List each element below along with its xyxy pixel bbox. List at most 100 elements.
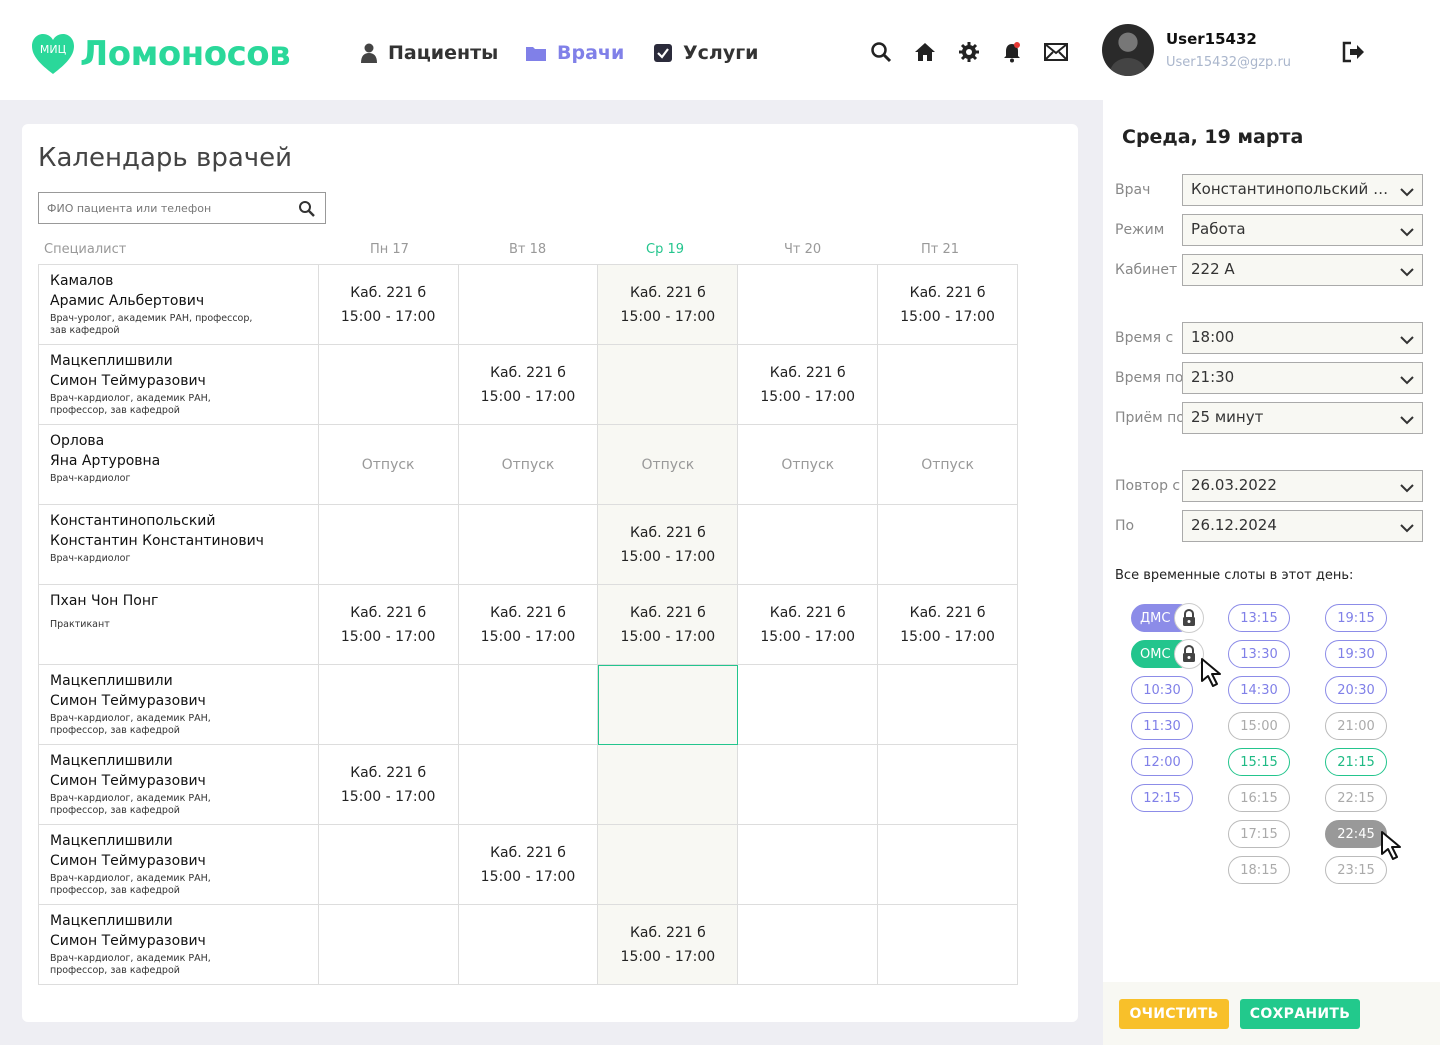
schedule-cell[interactable]: Каб. 221 б 15:00 - 17:00: [318, 265, 459, 345]
schedule-cell[interactable]: [318, 825, 459, 905]
schedule-cell[interactable]: [738, 905, 879, 985]
schedule-cell[interactable]: [318, 905, 459, 985]
doctor-cell[interactable]: Мацкеплишвили Симон Теймуразович Врач-кард…: [39, 825, 319, 905]
lock-icon[interactable]: [1174, 603, 1204, 633]
time-slot[interactable]: 21:00: [1325, 712, 1387, 740]
time-slot[interactable]: 16:15: [1228, 784, 1290, 812]
schedule-cell[interactable]: Каб. 221 б 15:00 - 17:00: [458, 825, 599, 905]
schedule-cell[interactable]: [878, 665, 1019, 745]
schedule-cell[interactable]: [598, 825, 739, 905]
doctor-cell[interactable]: Мацкеплишвили Симон Теймуразович Врач-кард…: [39, 665, 319, 745]
schedule-cell[interactable]: Каб. 221 б 15:00 - 17:00: [458, 345, 599, 425]
logout-icon[interactable]: [1342, 40, 1366, 64]
search-input[interactable]: [39, 193, 279, 223]
schedule-cell[interactable]: Каб. 221 б 15:00 - 17:00: [598, 505, 739, 585]
time-slot[interactable]: 19:15: [1325, 604, 1387, 632]
clear-button[interactable]: ОЧИСТИТЬ: [1119, 999, 1229, 1029]
until-select[interactable]: 26.12.2024: [1182, 510, 1423, 542]
brand-logo[interactable]: МИЦ Ломоносов: [30, 32, 291, 76]
time-slot[interactable]: 13:15: [1228, 604, 1290, 632]
time-slot[interactable]: 21:15: [1325, 748, 1387, 776]
gear-icon[interactable]: [957, 40, 981, 64]
schedule-cell[interactable]: Каб. 221 б 15:00 - 17:00: [598, 265, 739, 345]
nav-services[interactable]: Услуги: [653, 42, 758, 64]
time-slot[interactable]: 11:30: [1131, 712, 1193, 740]
schedule-cell[interactable]: [318, 505, 459, 585]
doctor-cell[interactable]: Пхан Чон Понг Практикант: [39, 585, 319, 665]
schedule-cell[interactable]: [598, 665, 739, 745]
schedule-cell[interactable]: [738, 825, 879, 905]
time-slot[interactable]: 15:00: [1228, 712, 1290, 740]
bell-icon[interactable]: [1000, 40, 1024, 64]
time-slot[interactable]: 13:30: [1228, 640, 1290, 668]
time-to-select[interactable]: 21:30: [1182, 362, 1423, 394]
schedule-cell[interactable]: Каб. 221 б 15:00 - 17:00: [738, 345, 879, 425]
room-select[interactable]: 222 А: [1182, 254, 1423, 286]
schedule-cell[interactable]: [738, 665, 879, 745]
time-slot[interactable]: 20:30: [1325, 676, 1387, 704]
schedule-cell[interactable]: [458, 265, 599, 345]
search-icon[interactable]: [298, 200, 315, 221]
repeat-from-select[interactable]: 26.03.2022: [1182, 470, 1423, 502]
time-slot[interactable]: 14:30: [1228, 676, 1290, 704]
schedule-cell[interactable]: [318, 665, 459, 745]
mail-icon[interactable]: [1044, 40, 1068, 64]
schedule-cell[interactable]: [738, 745, 879, 825]
schedule-cell[interactable]: Отпуск: [318, 425, 459, 505]
time-slot[interactable]: 12:00: [1131, 748, 1193, 776]
schedule-cell[interactable]: Каб. 221 б 15:00 - 17:00: [598, 585, 739, 665]
schedule-cell[interactable]: [458, 505, 599, 585]
schedule-cell[interactable]: Каб. 221 б 15:00 - 17:00: [318, 585, 459, 665]
schedule-cell[interactable]: [598, 345, 739, 425]
doctor-cell[interactable]: Мацкеплишвили Симон Теймуразович Врач-кард…: [39, 745, 319, 825]
schedule-cell[interactable]: [878, 345, 1019, 425]
doctor-cell[interactable]: Орлова Яна Артуровна Врач-кардиолог: [39, 425, 319, 505]
doctor-cell[interactable]: Константинопольский Константин Константин…: [39, 505, 319, 585]
schedule-cell[interactable]: [738, 265, 879, 345]
mode-select[interactable]: Работа: [1182, 214, 1423, 246]
schedule-cell[interactable]: [878, 905, 1019, 985]
doctor-select[interactable]: Константинопольский Константин Константи…: [1182, 174, 1423, 206]
schedule-cell[interactable]: [878, 745, 1019, 825]
schedule-cell[interactable]: [318, 345, 459, 425]
time-slot[interactable]: 15:15: [1228, 748, 1290, 776]
schedule-cell[interactable]: Отпуск: [878, 425, 1019, 505]
home-icon[interactable]: [913, 40, 937, 64]
schedule-cell[interactable]: Каб. 221 б 15:00 - 17:00: [318, 745, 459, 825]
time-slot[interactable]: 22:15: [1325, 784, 1387, 812]
doctor-first-name: Симон Теймуразович: [50, 853, 206, 869]
doctor-cell[interactable]: Мацкеплишвили Симон Теймуразович Врач-кард…: [39, 905, 319, 985]
schedule-cell[interactable]: Каб. 221 б 15:00 - 17:00: [878, 265, 1019, 345]
schedule-cell[interactable]: Отпуск: [738, 425, 879, 505]
doctor-cell[interactable]: Мацкеплишвили Симон Теймуразович Врач-кард…: [39, 345, 319, 425]
time-slot[interactable]: 12:15: [1131, 784, 1193, 812]
schedule-cell[interactable]: [458, 745, 599, 825]
schedule-cell[interactable]: [878, 505, 1019, 585]
schedule-cell[interactable]: [598, 745, 739, 825]
avatar[interactable]: [1102, 24, 1154, 76]
time-slot[interactable]: 23:15: [1325, 856, 1387, 884]
schedule-cell[interactable]: [458, 665, 599, 745]
time-slot-selected[interactable]: 22:45: [1325, 820, 1387, 848]
time-slot[interactable]: 18:15: [1228, 856, 1290, 884]
save-button[interactable]: СОХРАНИТЬ: [1240, 999, 1360, 1029]
schedule-cell[interactable]: [738, 505, 879, 585]
search-box[interactable]: [38, 192, 326, 224]
time-slot[interactable]: 10:30: [1131, 676, 1193, 704]
doctor-cell[interactable]: Камалов Арамис Альбертович Врач-уролог, ак…: [39, 265, 319, 345]
schedule-cell[interactable]: [878, 825, 1019, 905]
time-from-select[interactable]: 18:00: [1182, 322, 1423, 354]
schedule-cell[interactable]: Каб. 221 б 15:00 - 17:00: [738, 585, 879, 665]
schedule-cell[interactable]: [458, 905, 599, 985]
schedule-cell[interactable]: Каб. 221 б 15:00 - 17:00: [458, 585, 599, 665]
schedule-cell[interactable]: Отпуск: [598, 425, 739, 505]
search-icon[interactable]: [869, 40, 893, 64]
time-slot[interactable]: 17:15: [1228, 820, 1290, 848]
schedule-cell[interactable]: Отпуск: [458, 425, 599, 505]
schedule-cell[interactable]: Каб. 221 б 15:00 - 17:00: [878, 585, 1019, 665]
appointment-select[interactable]: 25 минут: [1182, 402, 1423, 434]
nav-patients[interactable]: Пациенты: [360, 42, 498, 64]
nav-doctors[interactable]: Врачи: [525, 42, 624, 64]
time-slot[interactable]: 19:30: [1325, 640, 1387, 668]
schedule-cell[interactable]: Каб. 221 б 15:00 - 17:00: [598, 905, 739, 985]
